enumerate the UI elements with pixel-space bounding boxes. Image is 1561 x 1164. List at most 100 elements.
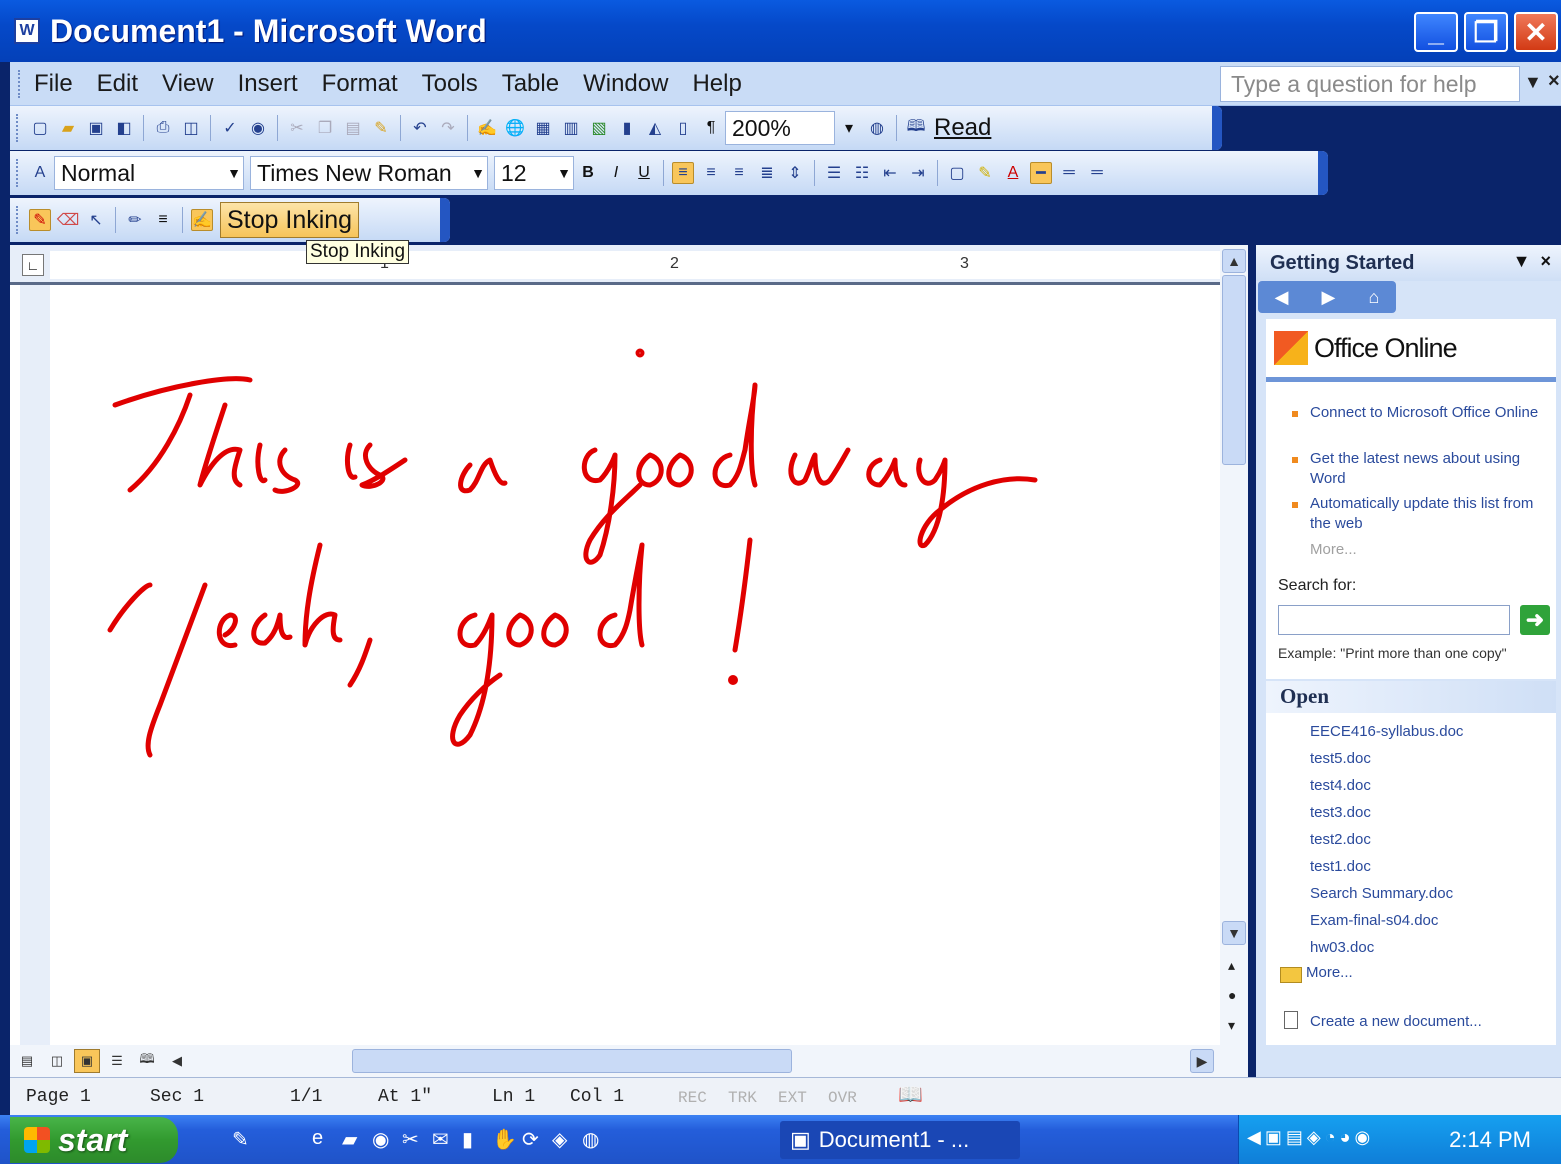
- recent-file-link[interactable]: hw03.doc: [1310, 939, 1374, 956]
- recent-file-link[interactable]: Search Summary.doc: [1310, 885, 1453, 902]
- normal-view-icon[interactable]: ▤: [14, 1049, 40, 1073]
- recent-file-link[interactable]: test2.doc: [1310, 831, 1371, 848]
- help-dropdown-icon[interactable]: ▼: [1524, 72, 1542, 93]
- spelling-icon[interactable]: ✓: [219, 117, 241, 139]
- recent-file-link[interactable]: test1.doc: [1310, 858, 1371, 875]
- task-pane-title[interactable]: Getting Started: [1270, 252, 1414, 275]
- chevron-down-icon[interactable]: ▼: [227, 165, 241, 181]
- justify-icon[interactable]: ≣: [756, 162, 778, 184]
- chevron-down-icon[interactable]: ▼: [557, 165, 571, 181]
- status-rec[interactable]: REC: [678, 1089, 707, 1107]
- folder-quicklaunch-icon[interactable]: ▰: [342, 1127, 357, 1152]
- columns-icon[interactable]: ▮: [616, 117, 638, 139]
- create-new-document-link[interactable]: Create a new document...: [1310, 1013, 1482, 1030]
- redo-icon[interactable]: ↷: [437, 117, 459, 139]
- spelling-status-icon[interactable]: 📖: [898, 1082, 923, 1108]
- recent-file-link[interactable]: test5.doc: [1310, 750, 1371, 767]
- document-page[interactable]: [50, 285, 1218, 1047]
- menu-format[interactable]: Format: [322, 70, 398, 98]
- back-icon[interactable]: ◀: [1275, 287, 1289, 308]
- firefox-icon[interactable]: ◍: [582, 1127, 599, 1152]
- search-input[interactable]: [1278, 605, 1510, 635]
- recent-file-link[interactable]: EECE416-syllabus.doc: [1310, 723, 1463, 740]
- undo-icon[interactable]: ↶: [409, 117, 431, 139]
- horizontal-scrollbar[interactable]: ▤ ◫ ▣ ☰ 🕮 ◀ ▶: [10, 1045, 1248, 1077]
- read-icon[interactable]: 🕮: [905, 117, 927, 139]
- new-document-icon[interactable]: ▢: [29, 117, 51, 139]
- line-style-3-icon[interactable]: ═: [1086, 162, 1108, 184]
- recent-file-link[interactable]: Exam-final-s04.doc: [1310, 912, 1438, 929]
- toolbar-options-icon[interactable]: [440, 198, 450, 242]
- help-question-input[interactable]: Type a question for help: [1220, 66, 1520, 102]
- ink-color-icon[interactable]: ✏: [124, 209, 146, 231]
- zoom-combo[interactable]: 200%: [725, 111, 835, 145]
- tablet-input-icon[interactable]: ✎: [232, 1127, 249, 1152]
- toolbar-grip[interactable]: [16, 114, 20, 142]
- copy-icon[interactable]: ❐: [314, 117, 336, 139]
- help-icon[interactable]: ◍: [866, 117, 888, 139]
- insert-excel-icon[interactable]: ▧: [588, 117, 610, 139]
- link-auto-update[interactable]: Automatically update this list from the …: [1310, 494, 1550, 534]
- stop-inking-icon[interactable]: ✍: [191, 209, 213, 231]
- more-link[interactable]: More...: [1310, 541, 1357, 558]
- bullets-icon[interactable]: ☷: [851, 162, 873, 184]
- ink-annotations-icon[interactable]: ✍: [476, 117, 498, 139]
- taskbar-word-document[interactable]: ▣ Document1 - ...: [780, 1121, 1020, 1159]
- select-browse-object-icon[interactable]: ●: [1228, 987, 1236, 1003]
- font-color-icon[interactable]: A: [1002, 162, 1024, 184]
- stop-inking-button[interactable]: Stop Inking: [220, 202, 360, 238]
- drawing-icon[interactable]: ◭: [644, 117, 666, 139]
- hand-icon[interactable]: ✋: [492, 1127, 517, 1152]
- ink-line-style-icon[interactable]: ━: [1030, 162, 1052, 184]
- pen-icon[interactable]: ✎: [29, 209, 51, 231]
- bold-icon[interactable]: B: [577, 162, 599, 184]
- minimize-button[interactable]: _: [1414, 12, 1458, 52]
- close-button[interactable]: ✕: [1514, 12, 1558, 52]
- app-quicklaunch-icon[interactable]: ◈: [552, 1127, 567, 1152]
- search-go-icon[interactable]: ➜: [1520, 605, 1550, 635]
- outline-view-icon[interactable]: ☰: [104, 1049, 130, 1073]
- tools-icon[interactable]: ✂: [402, 1127, 419, 1152]
- scroll-right-icon[interactable]: ▶: [1190, 1049, 1214, 1073]
- permission-icon[interactable]: ◧: [113, 117, 135, 139]
- border-icon[interactable]: ▢: [946, 162, 968, 184]
- menu-table[interactable]: Table: [502, 70, 559, 98]
- show-hide-icon[interactable]: ¶: [700, 117, 722, 139]
- previous-page-icon[interactable]: ▴: [1228, 957, 1235, 974]
- clock[interactable]: 2:14 PM: [1449, 1127, 1531, 1153]
- toolbar-options-icon[interactable]: [1318, 151, 1328, 195]
- web-layout-icon[interactable]: ◫: [44, 1049, 70, 1073]
- line-spacing-icon[interactable]: ⇕: [784, 162, 806, 184]
- menu-view[interactable]: View: [162, 70, 214, 98]
- research-icon[interactable]: ◉: [247, 117, 269, 139]
- numbering-icon[interactable]: ☰: [823, 162, 845, 184]
- menu-grip[interactable]: [18, 69, 24, 98]
- increase-indent-icon[interactable]: ⇥: [907, 162, 929, 184]
- vertical-scroll-thumb[interactable]: [1222, 275, 1246, 465]
- chevron-down-icon[interactable]: ▼: [471, 165, 485, 181]
- select-objects-icon[interactable]: ↖: [85, 209, 107, 231]
- scroll-left-icon[interactable]: ◀: [164, 1049, 190, 1073]
- open-more-link[interactable]: More...: [1306, 964, 1353, 981]
- start-button[interactable]: start: [10, 1117, 178, 1163]
- close-document-icon[interactable]: ×: [1548, 70, 1560, 93]
- network-icon[interactable]: ⟳: [522, 1127, 539, 1152]
- style-combo[interactable]: Normal ▼: [54, 156, 244, 190]
- status-trk[interactable]: TRK: [728, 1089, 757, 1107]
- media-icon[interactable]: ◉: [372, 1127, 389, 1152]
- align-right-icon[interactable]: ≡: [728, 162, 750, 184]
- scroll-down-icon[interactable]: ▼: [1222, 921, 1246, 945]
- status-ext[interactable]: EXT: [778, 1089, 807, 1107]
- next-page-icon[interactable]: ▾: [1228, 1017, 1235, 1034]
- menu-tools[interactable]: Tools: [422, 70, 478, 98]
- print-icon[interactable]: ⎙: [152, 117, 174, 139]
- toolbar-grip[interactable]: [16, 206, 20, 234]
- office-online-logo[interactable]: Office Online: [1274, 331, 1458, 365]
- recent-file-link[interactable]: test4.doc: [1310, 777, 1371, 794]
- size-combo[interactable]: 12 ▼: [494, 156, 574, 190]
- link-latest-news[interactable]: Get the latest news about using Word: [1310, 449, 1550, 489]
- print-layout-icon[interactable]: ▣: [74, 1049, 100, 1073]
- line-style-2-icon[interactable]: ═: [1058, 162, 1080, 184]
- reading-layout-icon[interactable]: 🕮: [134, 1049, 160, 1073]
- cut-icon[interactable]: ✂: [286, 117, 308, 139]
